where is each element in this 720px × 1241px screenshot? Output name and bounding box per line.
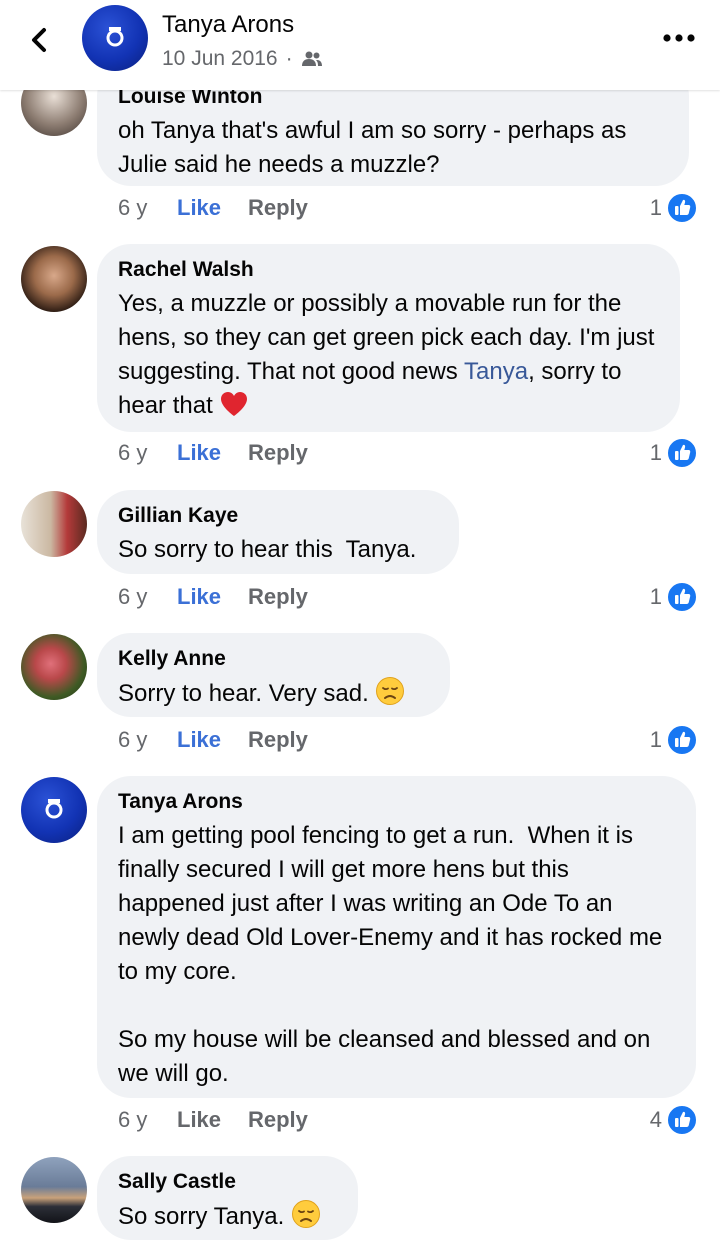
back-button[interactable] — [22, 20, 58, 60]
reaction-count: 1 — [649, 584, 662, 609]
author-avatar[interactable] — [82, 5, 148, 71]
thumbs-up-icon — [666, 724, 698, 756]
comment-text-part: So sorry Tanya. — [118, 1203, 291, 1230]
reaction-summary[interactable]: 1 — [650, 192, 698, 224]
commenter-avatar[interactable] — [21, 1157, 87, 1223]
comment-time[interactable]: 6 y — [118, 195, 177, 221]
comment-item: Sally Castle So sorry Tanya. — [0, 1156, 720, 1241]
avatar-emblem — [106, 27, 124, 47]
reaction-count: 1 — [649, 195, 662, 220]
mention-link[interactable]: Tanya — [464, 358, 528, 385]
like-button[interactable]: Like — [177, 584, 248, 610]
author-name[interactable]: Tanya Arons — [162, 11, 294, 39]
reply-button[interactable]: Reply — [248, 195, 308, 221]
commenter-name[interactable]: Tanya Arons — [118, 789, 675, 815]
comment-text: Sorry to hear. Very sad. — [118, 676, 429, 716]
commenter-avatar[interactable] — [21, 634, 87, 700]
like-button[interactable]: Like — [177, 727, 248, 753]
reply-button[interactable]: Reply — [248, 1107, 308, 1133]
reply-button[interactable]: Reply — [248, 440, 308, 466]
comment-time[interactable]: 6 y — [118, 727, 177, 753]
post-date[interactable]: 10 Jun 2016 — [162, 47, 278, 71]
more-icon — [663, 34, 695, 42]
chevron-left-icon — [32, 28, 46, 52]
thumbs-up-icon — [666, 192, 698, 224]
comment-actions: 6 y Like Reply — [118, 440, 308, 466]
reaction-count: 4 — [649, 1107, 662, 1132]
comment-actions: 6 y Like Reply — [118, 195, 308, 221]
reaction-summary[interactable]: 1 — [650, 437, 698, 469]
reaction-count: 1 — [649, 727, 662, 752]
reaction-summary[interactable]: 1 — [650, 581, 698, 613]
reaction-summary[interactable]: 1 — [650, 724, 698, 756]
more-options-button[interactable] — [662, 28, 696, 48]
disappointed-face-icon — [375, 676, 405, 716]
commenter-avatar[interactable] — [21, 246, 87, 312]
comment-item: Rachel Walsh Yes, a muzzle or possibly a… — [0, 244, 720, 484]
comment-text: I am getting pool fencing to get a run. … — [118, 822, 663, 1087]
comment-actions: 6 y Like Reply — [118, 1107, 308, 1133]
like-button[interactable]: Like — [177, 195, 248, 221]
comment-time[interactable]: 6 y — [118, 440, 177, 466]
thumbs-up-icon — [666, 437, 698, 469]
comment-bubble: Rachel Walsh Yes, a muzzle or possibly a… — [97, 244, 680, 432]
thumbs-up-icon — [666, 581, 698, 613]
comment-text: So sorry Tanya. — [118, 1199, 337, 1239]
comment-bubble: Kelly Anne Sorry to hear. Very sad. — [97, 633, 450, 717]
like-button[interactable]: Like — [177, 1107, 248, 1133]
reaction-summary[interactable]: 4 — [650, 1104, 698, 1136]
post-header: Tanya Arons 10 Jun 2016 · — [0, 0, 720, 90]
comment-item: Gillian Kaye So sorry to hear this Tanya… — [0, 490, 720, 630]
avatar-emblem — [45, 799, 63, 819]
reaction-count: 1 — [649, 440, 662, 465]
thumbs-up-icon — [666, 1104, 698, 1136]
disappointed-face-icon — [291, 1199, 321, 1239]
like-button[interactable]: Like — [177, 440, 248, 466]
post-meta: 10 Jun 2016 · — [162, 47, 323, 71]
comment-time[interactable]: 6 y — [118, 1107, 177, 1133]
commenter-name[interactable]: Rachel Walsh — [118, 257, 659, 283]
comment-actions: 6 y Like Reply — [118, 584, 308, 610]
comment-text-part: Sorry to hear. Very sad. — [118, 680, 376, 707]
reply-button[interactable]: Reply — [248, 727, 308, 753]
comment-actions: 6 y Like Reply — [118, 727, 308, 753]
meta-separator: · — [285, 47, 293, 70]
reply-button[interactable]: Reply — [248, 584, 308, 610]
comment-item: Tanya Arons I am getting pool fencing to… — [0, 776, 720, 1146]
comment-bubble: Gillian Kaye So sorry to hear this Tanya… — [97, 490, 459, 574]
comment-text: So sorry to hear this Tanya. — [118, 536, 417, 563]
commenter-avatar[interactable] — [21, 777, 87, 843]
commenter-name[interactable]: Kelly Anne — [118, 646, 429, 672]
heart-icon — [219, 390, 249, 428]
comment-bubble: Tanya Arons I am getting pool fencing to… — [97, 776, 696, 1098]
comment-bubble: Sally Castle So sorry Tanya. — [97, 1156, 358, 1240]
comment-text: Yes, a muzzle or possibly a movable run … — [118, 287, 659, 428]
friends-icon — [301, 51, 322, 66]
commenter-name[interactable]: Gillian Kaye — [118, 503, 438, 529]
comment-text: oh Tanya that's awful I am so sorry - pe… — [118, 117, 634, 178]
commenter-name[interactable]: Sally Castle — [118, 1169, 337, 1195]
comment-time[interactable]: 6 y — [118, 584, 177, 610]
comment-item: Kelly Anne Sorry to hear. Very sad. 6 y … — [0, 633, 720, 773]
commenter-avatar[interactable] — [21, 491, 87, 557]
